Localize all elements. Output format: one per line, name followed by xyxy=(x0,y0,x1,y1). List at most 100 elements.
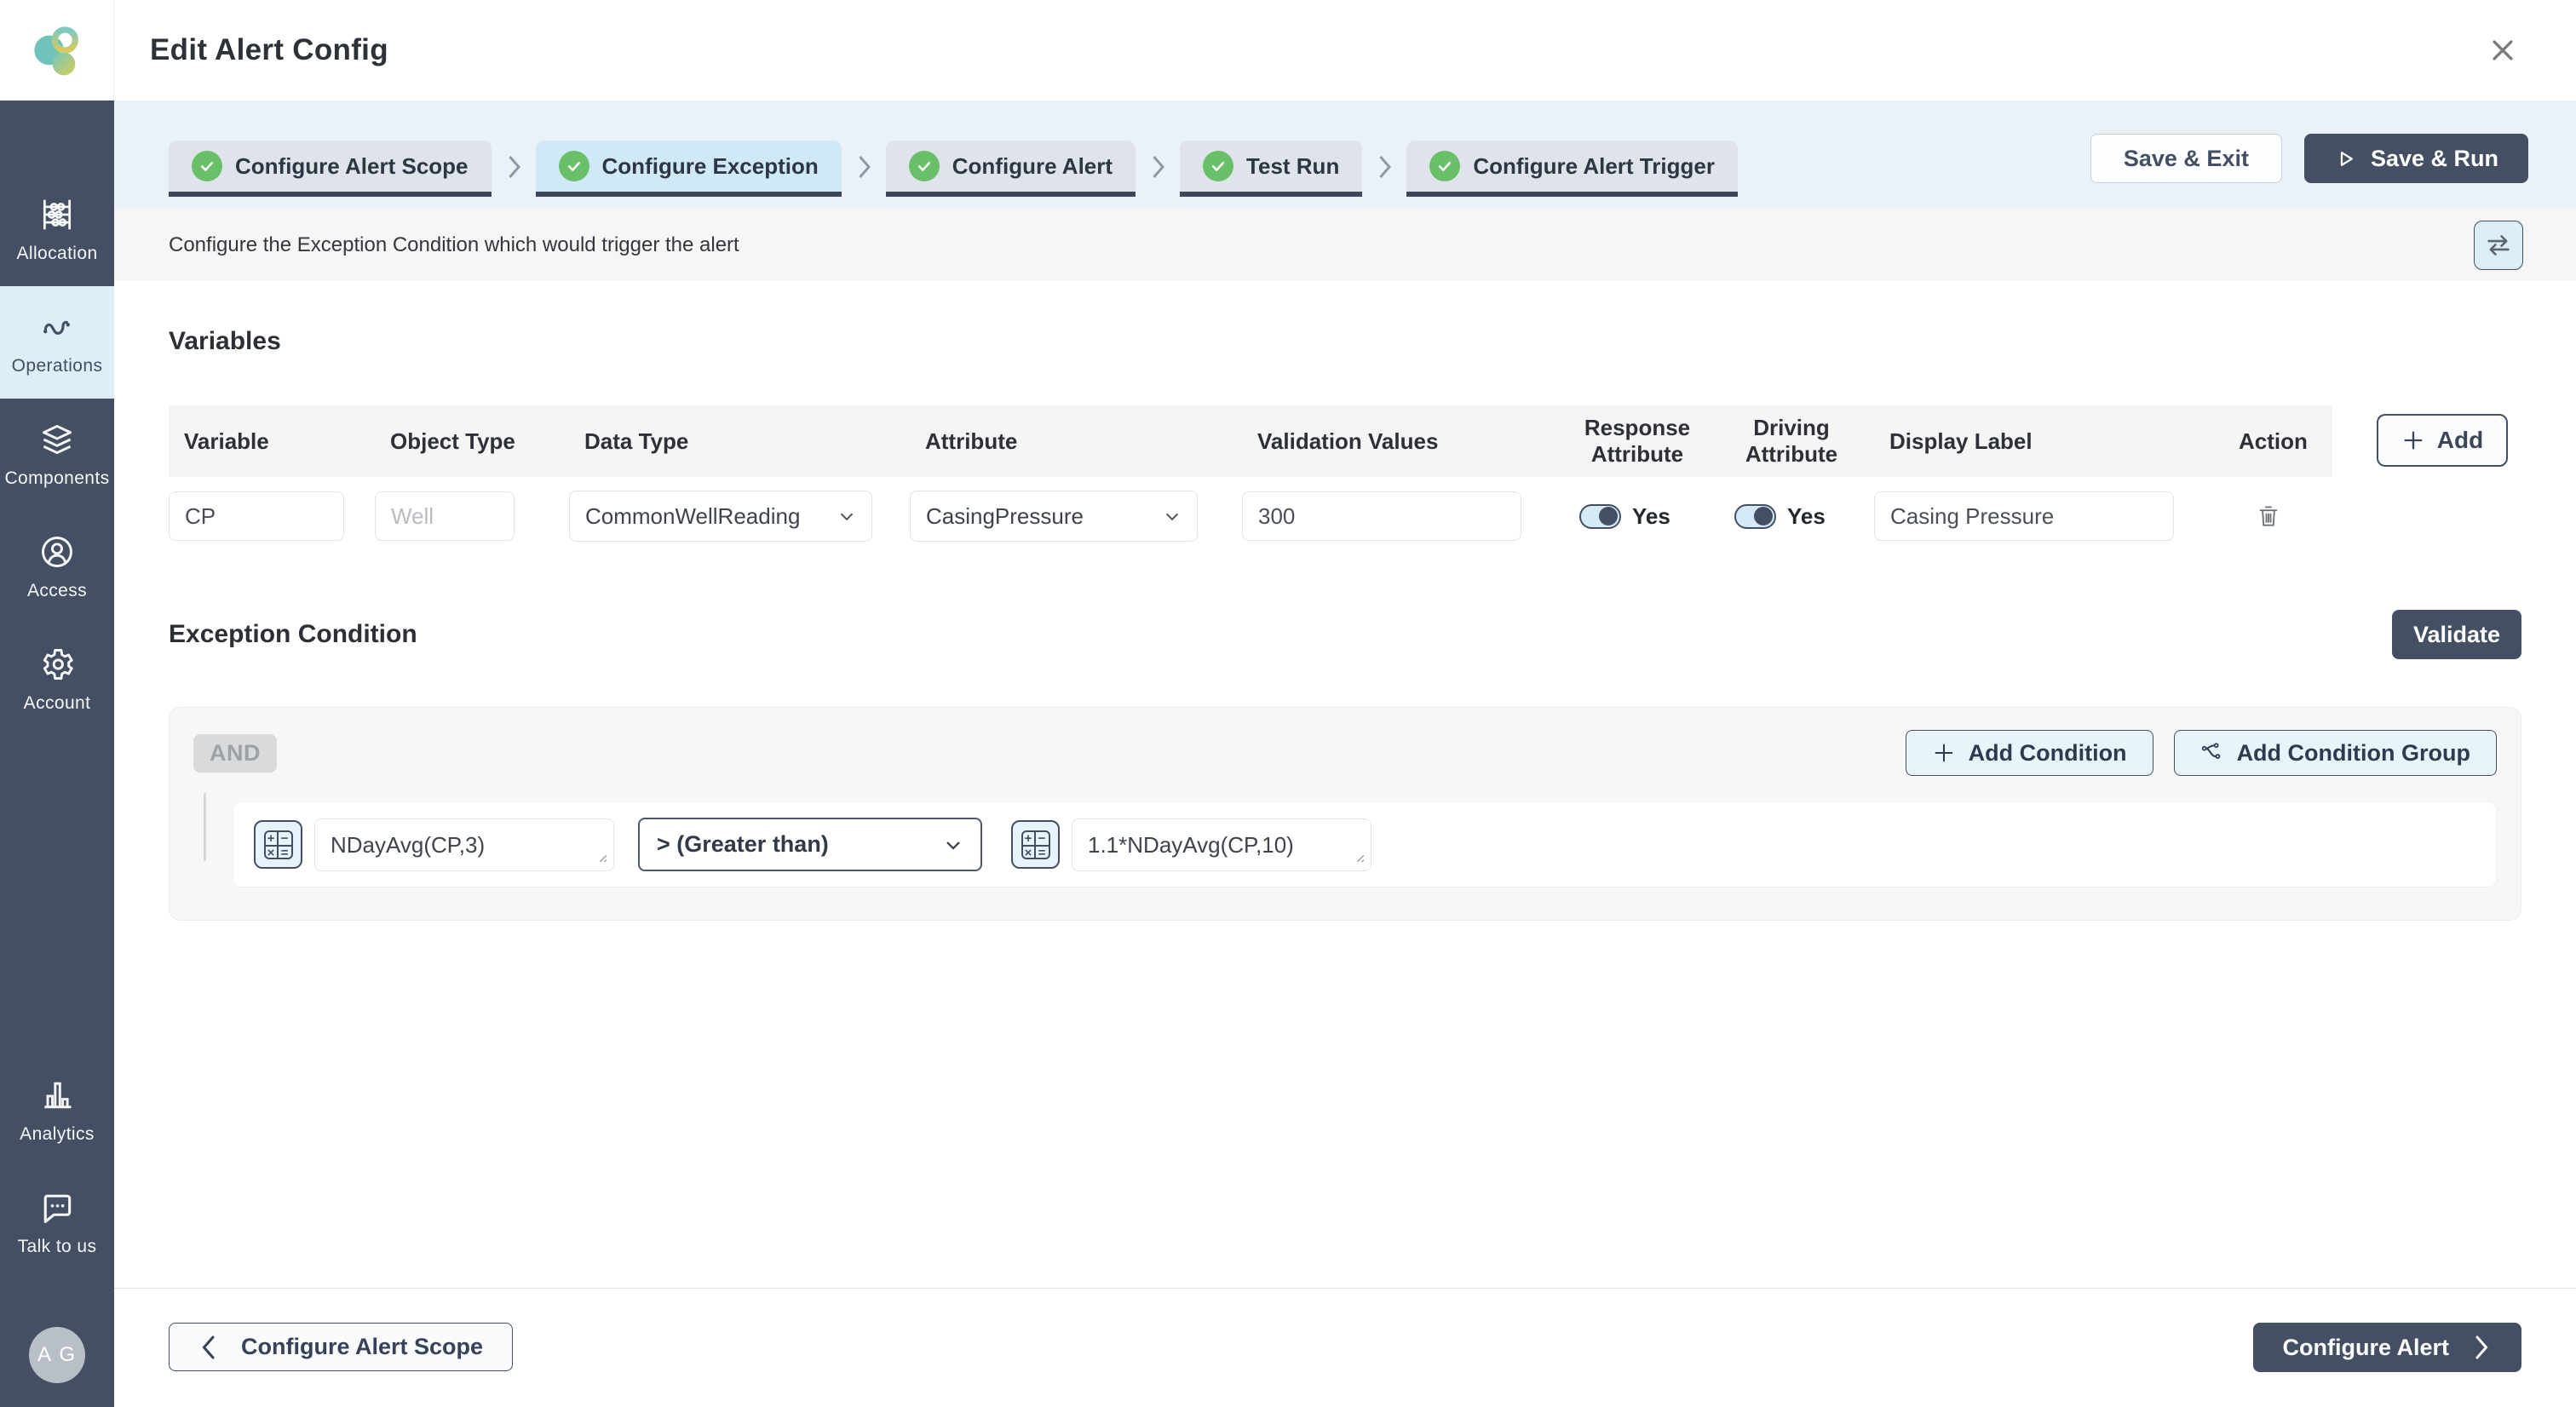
chevron-right-icon xyxy=(2473,1335,2492,1360)
driving-attribute-state: Yes xyxy=(1787,503,1826,530)
sidebar-item-components[interactable]: Components xyxy=(0,399,114,511)
main-area: Configure Alert Scope Configure Exceptio… xyxy=(114,100,2576,1407)
validation-values-input[interactable] xyxy=(1242,491,1521,541)
sidebar-item-label: Operations xyxy=(12,356,103,376)
object-type-input[interactable] xyxy=(375,491,515,541)
step-configure-alert[interactable]: Configure Alert xyxy=(886,141,1136,197)
display-label-input[interactable] xyxy=(1874,491,2174,541)
table-header-row: Variable Object Type Data Type Attribute… xyxy=(169,405,2332,477)
sidebar-item-label: Account xyxy=(24,693,91,714)
exception-heading-row: Exception Condition Validate xyxy=(169,610,2521,659)
step-complete-icon xyxy=(1203,151,1233,181)
sidebar-item-allocation[interactable]: Allocation xyxy=(0,174,114,286)
wizard-footer: Configure Alert Scope Configure Alert xyxy=(114,1288,2576,1407)
driving-attribute-toggle[interactable] xyxy=(1734,504,1776,529)
col-header-display-label: Display Label xyxy=(1874,428,2223,455)
attribute-select[interactable]: CasingPressure xyxy=(910,491,1198,542)
step-label: Configure Alert xyxy=(952,153,1113,180)
rhs-expression-wrap: 1.1*NDayAvg(CP,10) xyxy=(1072,818,1371,871)
close-button[interactable] xyxy=(2479,26,2527,74)
condition-connector-line xyxy=(204,793,206,861)
save-exit-button[interactable]: Save & Exit xyxy=(2090,134,2282,183)
exception-heading: Exception Condition xyxy=(169,620,417,649)
step-label: Configure Exception xyxy=(602,153,819,180)
swap-view-button[interactable] xyxy=(2474,221,2523,270)
sidebar-item-label: Talk to us xyxy=(18,1237,97,1257)
swap-arrows-icon xyxy=(2484,231,2513,260)
add-condition-button[interactable]: Add Condition xyxy=(1906,730,2153,776)
step-label: Configure Alert Scope xyxy=(235,153,469,180)
sidebar-item-label: Allocation xyxy=(16,244,97,264)
add-condition-group-button[interactable]: Add Condition Group xyxy=(2174,730,2497,776)
col-header-driving-attribute: Driving Attribute xyxy=(1721,415,1874,467)
sidebar-item-label: Analytics xyxy=(20,1124,95,1145)
next-button[interactable]: Configure Alert xyxy=(2253,1323,2522,1372)
step-complete-icon xyxy=(1429,151,1460,181)
sidebar-item-account[interactable]: Account xyxy=(0,623,114,736)
trash-icon xyxy=(2256,502,2281,530)
chevron-right-icon xyxy=(854,154,873,180)
save-run-button[interactable]: Save & Run xyxy=(2304,134,2528,183)
variable-input[interactable] xyxy=(169,491,344,541)
sidebar-item-operations[interactable]: Operations xyxy=(0,286,114,399)
chevron-down-icon xyxy=(836,505,858,527)
step-configure-alert-scope[interactable]: Configure Alert Scope xyxy=(169,141,492,197)
step-test-run[interactable]: Test Run xyxy=(1180,141,1362,197)
attribute-value: CasingPressure xyxy=(926,503,1084,530)
operator-select[interactable]: > (Greater than) xyxy=(638,818,982,871)
lhs-expression-input[interactable]: NDayAvg(CP,3) xyxy=(314,818,614,871)
chevron-down-icon xyxy=(1161,505,1183,527)
variables-heading: Variables xyxy=(169,327,2521,356)
sidebar-item-talk-to-us[interactable]: Talk to us xyxy=(0,1167,114,1279)
calculator-icon: +−×= xyxy=(1021,830,1050,859)
back-button[interactable]: Configure Alert Scope xyxy=(169,1323,513,1371)
chat-icon xyxy=(38,1189,76,1226)
group-operator-chip[interactable]: AND xyxy=(193,734,277,772)
branch-icon xyxy=(2200,741,2224,765)
condition-group-header: AND Add Condition xyxy=(193,730,2497,776)
step-complete-icon xyxy=(559,151,589,181)
lhs-formula-builder-button[interactable]: +−×= xyxy=(254,820,302,869)
add-variable-button[interactable]: Add xyxy=(2377,414,2508,467)
gear-icon xyxy=(38,646,76,683)
variables-table: Variable Object Type Data Type Attribute… xyxy=(169,405,2332,554)
abacus-icon xyxy=(38,196,76,233)
app-logo xyxy=(0,0,114,100)
col-header-validation-values: Validation Values xyxy=(1242,428,1566,455)
data-type-select[interactable]: CommonWellReading xyxy=(569,491,872,542)
top-bar: Edit Alert Config xyxy=(0,0,2576,100)
user-avatar[interactable]: A G xyxy=(29,1327,85,1383)
col-header-attribute: Attribute xyxy=(910,428,1242,455)
sidebar-bottom: Analytics Talk to us A G xyxy=(0,1054,114,1407)
bar-chart-icon xyxy=(38,1077,76,1114)
response-attribute-toggle[interactable] xyxy=(1579,504,1621,529)
layers-icon xyxy=(38,421,76,458)
plus-icon xyxy=(2401,428,2425,452)
rhs-formula-builder-button[interactable]: +−×= xyxy=(1011,820,1060,869)
table-row: CommonWellReading CasingPressure xyxy=(169,477,2332,554)
add-condition-label: Add Condition xyxy=(1969,740,2127,767)
stepper-actions: Save & Exit Save & Run xyxy=(2090,134,2528,183)
toggle-knob xyxy=(1599,507,1618,525)
step-configure-exception[interactable]: Configure Exception xyxy=(536,141,842,197)
sidebar-item-label: Access xyxy=(27,581,87,601)
col-header-action: Action xyxy=(2223,428,2332,455)
validate-button[interactable]: Validate xyxy=(2392,610,2521,659)
response-attribute-state: Yes xyxy=(1632,503,1670,530)
step-configure-alert-trigger[interactable]: Configure Alert Trigger xyxy=(1406,141,1738,197)
col-header-object-type: Object Type xyxy=(375,428,569,455)
sidebar-item-access[interactable]: Access xyxy=(0,511,114,623)
response-attribute-cell: Yes xyxy=(1566,503,1721,530)
col-header-variable: Variable xyxy=(169,428,375,455)
sidebar-item-label: Components xyxy=(4,468,109,489)
delete-row-button[interactable] xyxy=(2256,502,2281,530)
stepper-band: Configure Alert Scope Configure Exceptio… xyxy=(114,100,2576,209)
sidebar-item-analytics[interactable]: Analytics xyxy=(0,1054,114,1167)
stepper: Configure Alert Scope Configure Exceptio… xyxy=(169,141,1738,197)
rhs-expression-input[interactable]: 1.1*NDayAvg(CP,10) xyxy=(1072,818,1371,871)
chevron-down-icon xyxy=(941,833,965,857)
calculator-icon: +−×= xyxy=(264,830,293,859)
plus-icon xyxy=(1932,741,1956,765)
chevron-left-icon xyxy=(198,1335,217,1360)
chevron-right-icon xyxy=(1148,154,1167,180)
